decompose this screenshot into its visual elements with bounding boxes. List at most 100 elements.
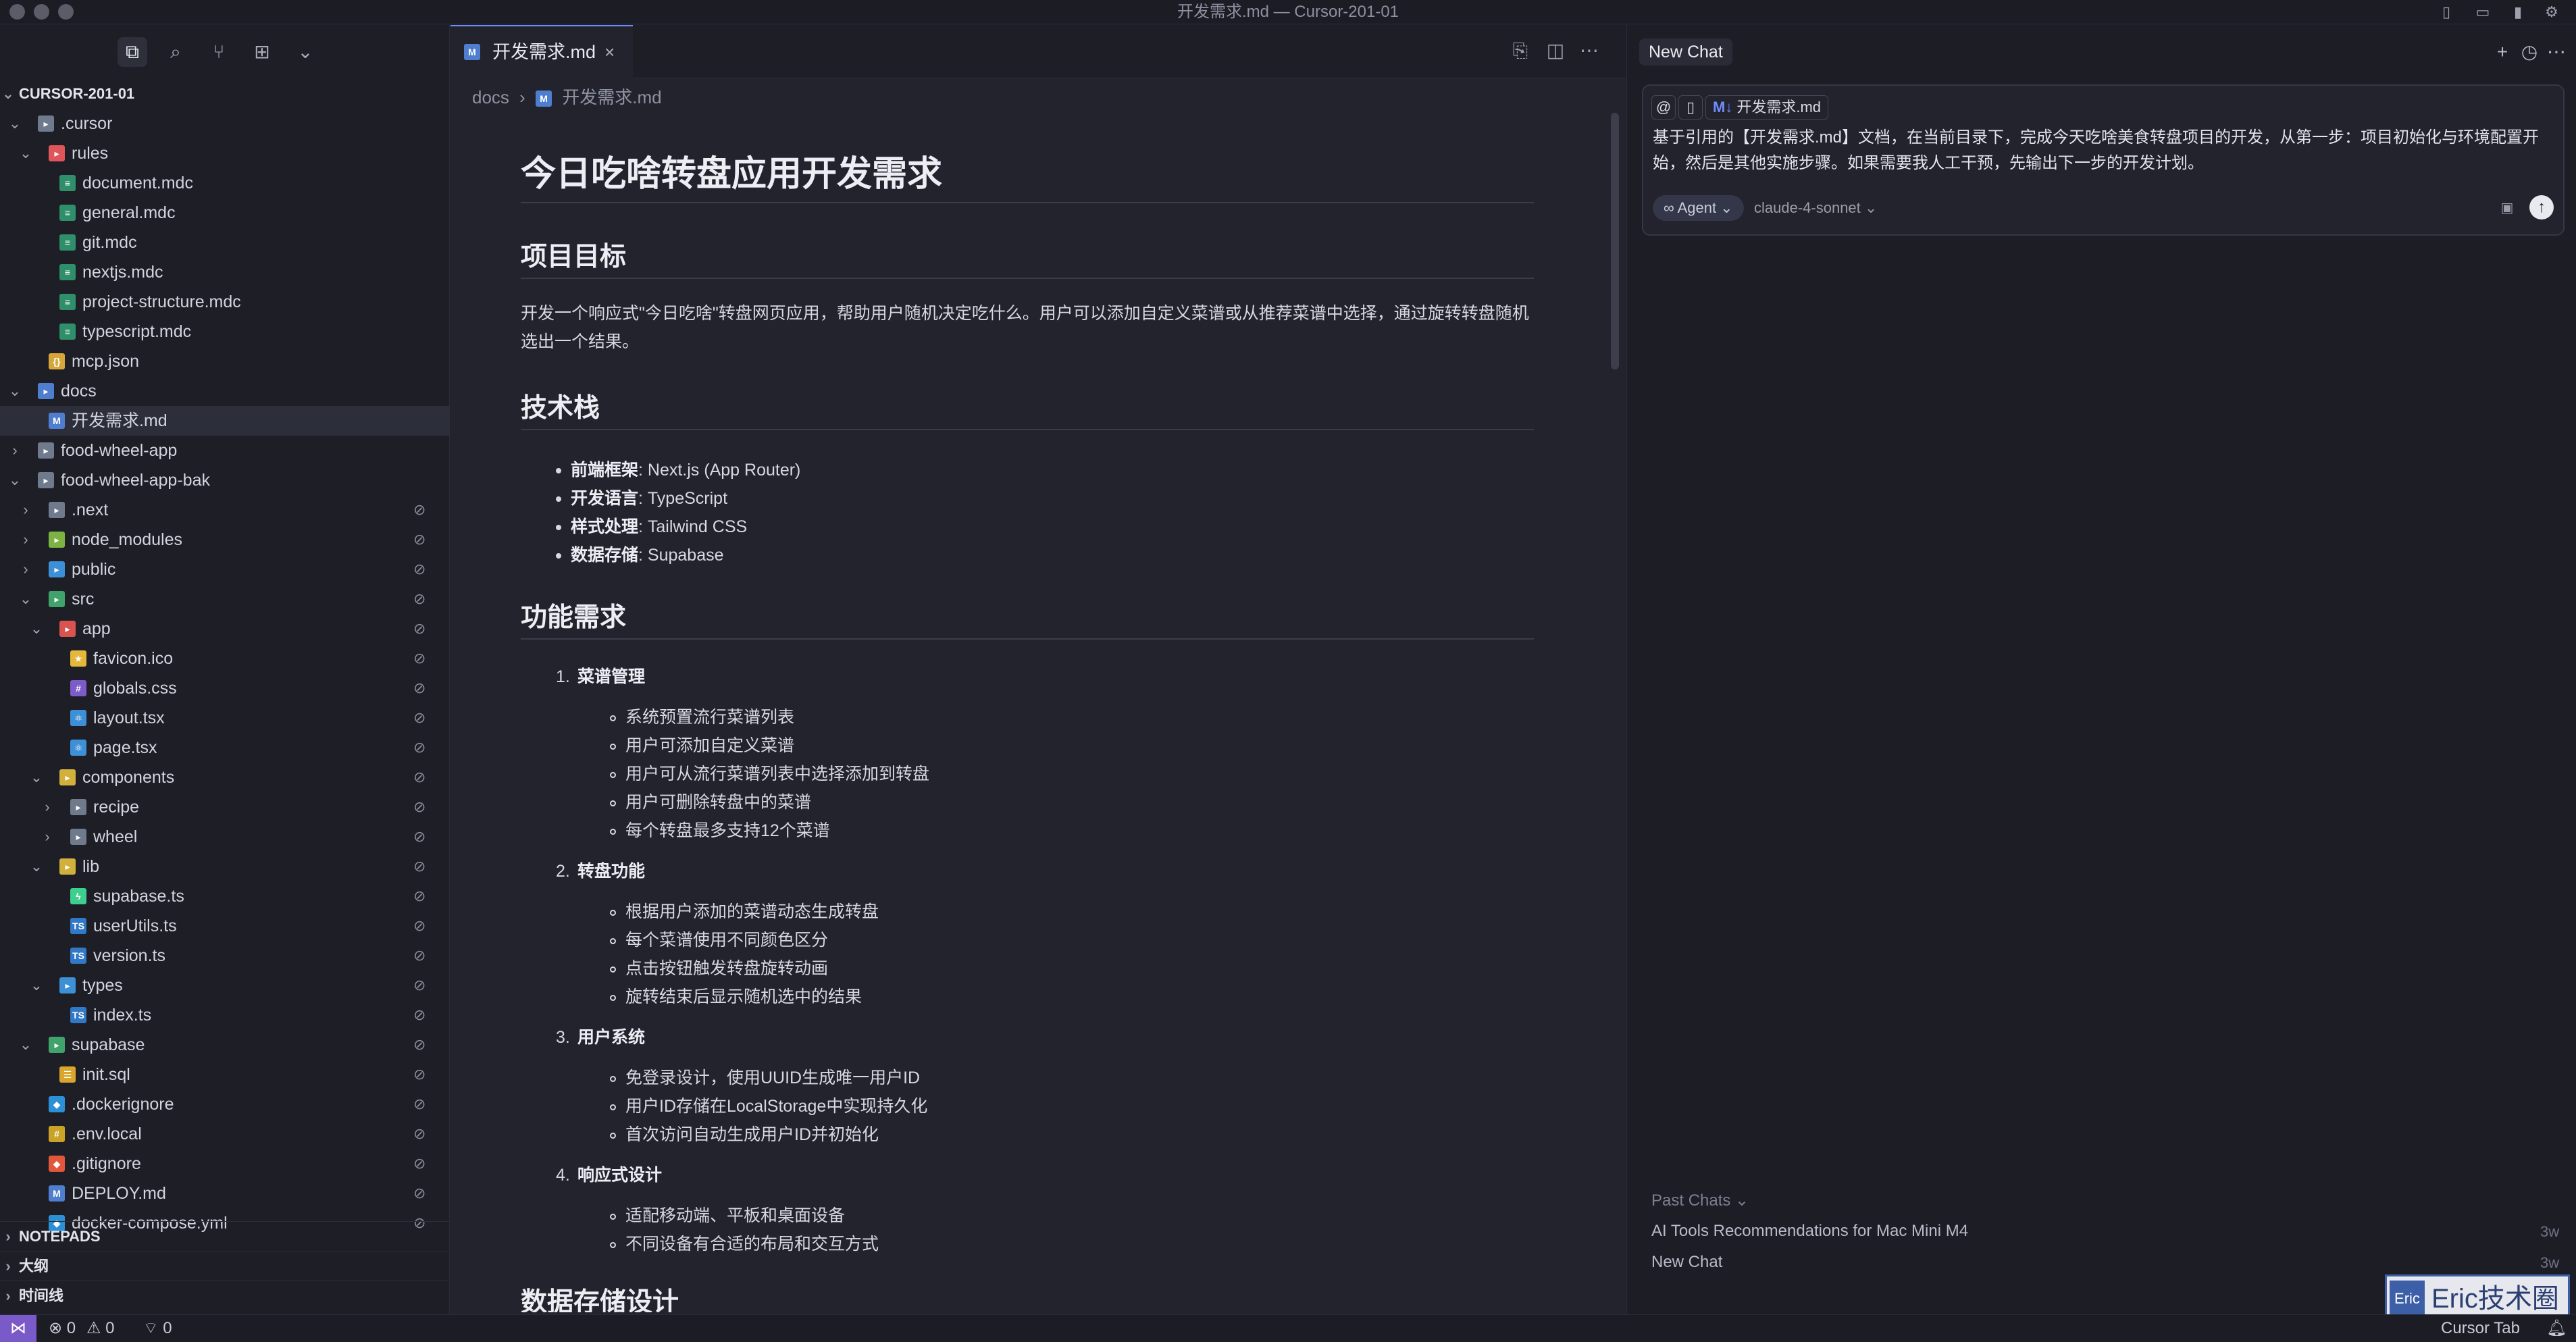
tree-item[interactable]: ⌄ ▸ src ⊘ xyxy=(0,584,450,614)
toggle-primary-sidebar-icon[interactable]: ▯ xyxy=(2437,3,2456,22)
tree-item[interactable]: ⚛ layout.tsx ⊘ xyxy=(0,703,450,733)
agent-mode-dropdown[interactable]: ∞ Agent ⌄ xyxy=(1653,195,1744,221)
close-tab-icon[interactable]: × xyxy=(604,26,615,78)
mention-at-icon[interactable]: @ xyxy=(1651,95,1676,120)
warnings-count[interactable]: ⚠ 0 xyxy=(86,1315,115,1342)
tree-item[interactable]: ≡ typescript.mdc xyxy=(0,317,450,346)
tree-item[interactable]: ≡ document.mdc xyxy=(0,168,450,198)
tree-item[interactable]: ϟ supabase.ts ⊘ xyxy=(0,881,450,911)
tree-item[interactable]: M DEPLOY.md ⊘ xyxy=(0,1179,450,1208)
section-timeline[interactable]: › 时间线 xyxy=(0,1281,450,1311)
tree-item[interactable]: › ▸ public ⊘ xyxy=(0,554,450,584)
tree-item[interactable]: ≡ git.mdc xyxy=(0,228,450,257)
context-file-chip[interactable]: M↓ 开发需求.md xyxy=(1705,95,1829,120)
settings-gear-icon[interactable]: ⚙ xyxy=(2542,3,2561,22)
tree-item[interactable]: # .env.local ⊘ xyxy=(0,1119,450,1149)
chat-more-icon[interactable]: ⋯ xyxy=(2544,38,2569,66)
editor-tab-active[interactable]: M 开发需求.md × xyxy=(450,25,633,79)
tree-item[interactable]: ⚛ page.tsx ⊘ xyxy=(0,733,450,763)
ports-count[interactable]: ⌔ 0 xyxy=(143,1315,172,1342)
tree-item[interactable]: M 开发需求.md xyxy=(0,406,450,436)
tree-item[interactable]: ☰ init.sql ⊘ xyxy=(0,1060,450,1089)
section-notepads[interactable]: › NOTEPADS xyxy=(0,1221,450,1251)
chevron-right-icon[interactable]: › xyxy=(18,525,34,554)
chevron-right-icon[interactable]: › xyxy=(18,554,34,584)
chevron-right-icon[interactable]: › xyxy=(7,436,23,465)
breadcrumb-file[interactable]: 开发需求.md xyxy=(562,87,661,107)
tree-item[interactable]: ⌄ ▸ food-wheel-app-bak xyxy=(0,465,450,495)
chevron-down-icon[interactable]: ⌄ xyxy=(28,971,45,1000)
tree-item[interactable]: ◆ .gitignore ⊘ xyxy=(0,1149,450,1179)
tree-item-label: node_modules xyxy=(72,530,183,549)
chevron-down-icon[interactable]: ⌄ xyxy=(18,584,34,614)
attach-image-icon[interactable]: ▣ xyxy=(2497,198,2517,218)
more-views-chevron-icon[interactable]: ⌄ xyxy=(290,37,320,67)
tree-item[interactable]: ◆ .dockerignore ⊘ xyxy=(0,1089,450,1119)
tree-item[interactable]: TS version.ts ⊘ xyxy=(0,941,450,971)
tree-item[interactable]: ⌄ ▸ lib ⊘ xyxy=(0,852,450,881)
chat-input-text[interactable]: 基于引用的【开发需求.md】文档，在当前目录下，完成今天吃啥美食转盘项目的开发，… xyxy=(1653,125,2551,176)
tree-item[interactable]: › ▸ food-wheel-app xyxy=(0,436,450,465)
editor-scrollbar[interactable] xyxy=(1611,113,1619,369)
tree-item[interactable]: ≡ nextjs.mdc xyxy=(0,257,450,287)
editor-area: M 开发需求.md × ⎘ ◫ ⋯ docs › M 开发需求.md 今日吃啥转… xyxy=(450,25,1626,1314)
tree-item[interactable]: ⌄ ▸ app ⊘ xyxy=(0,614,450,644)
tree-item[interactable]: ★ favicon.ico ⊘ xyxy=(0,644,450,673)
past-chats-toggle[interactable]: Past Chats ⌄ xyxy=(1651,1191,1749,1210)
source-control-icon[interactable]: ⑂ xyxy=(204,37,234,67)
chevron-down-icon[interactable]: ⌄ xyxy=(28,614,45,644)
chevron-down-icon[interactable]: ⌄ xyxy=(7,465,23,495)
remote-connection-icon[interactable]: ⋈ xyxy=(0,1315,36,1342)
tree-item[interactable]: ⌄ ▸ docs xyxy=(0,376,450,406)
tree-item[interactable]: ≡ project-structure.mdc xyxy=(0,287,450,317)
tree-item[interactable]: ⌄ ▸ supabase ⊘ xyxy=(0,1030,450,1060)
breadcrumb-folder[interactable]: docs xyxy=(472,87,509,107)
open-preview-icon[interactable]: ⎘ xyxy=(1511,41,1530,60)
explorer-root-folder[interactable]: ⌄ CURSOR-201-01 xyxy=(0,79,450,109)
chevron-down-icon[interactable]: ⌄ xyxy=(28,852,45,881)
new-chat-plus-icon[interactable]: + xyxy=(2490,38,2515,66)
tree-item[interactable]: ⌄ ▸ components ⊘ xyxy=(0,763,450,792)
tree-item[interactable]: › ▸ .next ⊘ xyxy=(0,495,450,525)
feature-item: 每个转盘最多支持12个菜谱 xyxy=(610,817,830,845)
split-editor-icon[interactable]: ◫ xyxy=(1546,41,1565,60)
notifications-bell-icon[interactable]: 🔔︎ xyxy=(2546,1315,2567,1342)
chevron-right-icon[interactable]: › xyxy=(18,495,34,525)
extensions-icon[interactable]: ⊞ xyxy=(247,37,277,67)
past-chat-item[interactable]: New Chat xyxy=(1651,1253,1722,1272)
section-outline[interactable]: › 大纲 xyxy=(0,1251,450,1281)
chevron-down-icon[interactable]: ⌄ xyxy=(7,109,23,138)
send-arrow-icon[interactable]: ↑ xyxy=(2529,195,2554,220)
tree-item[interactable]: ⌄ ▸ types ⊘ xyxy=(0,971,450,1000)
explorer-files-icon[interactable]: ⧉ xyxy=(118,37,147,67)
tree-item[interactable]: › ▸ node_modules ⊘ xyxy=(0,525,450,554)
errors-count[interactable]: ⊗ 0 xyxy=(49,1315,76,1342)
model-selector[interactable]: claude-4-sonnet ⌄ xyxy=(1754,195,1877,221)
more-actions-icon[interactable]: ⋯ xyxy=(1580,41,1599,60)
tree-item[interactable]: ≡ general.mdc xyxy=(0,198,450,228)
chat-composer[interactable]: @ ▯ M↓ 开发需求.md 基于引用的【开发需求.md】文档，在当前目录下，完成… xyxy=(1642,84,2565,236)
tree-item[interactable]: › ▸ recipe ⊘ xyxy=(0,792,450,822)
chevron-down-icon[interactable]: ⌄ xyxy=(7,376,23,406)
tree-item[interactable]: {} mcp.json xyxy=(0,346,450,376)
tree-item[interactable]: ⌄ ▸ rules xyxy=(0,138,450,168)
tree-item[interactable]: › ▸ wheel ⊘ xyxy=(0,822,450,852)
toggle-panel-icon[interactable]: ▭ xyxy=(2473,3,2492,22)
tree-item[interactable]: TS index.ts ⊘ xyxy=(0,1000,450,1030)
chat-history-icon[interactable]: ◷ xyxy=(2517,38,2542,66)
tree-item[interactable]: TS userUtils.ts ⊘ xyxy=(0,911,450,941)
chat-tab-new[interactable]: New Chat xyxy=(1639,38,1732,66)
tree-item[interactable]: # globals.css ⊘ xyxy=(0,673,450,703)
search-icon[interactable]: ⌕ xyxy=(161,37,190,67)
chevron-down-icon[interactable]: ⌄ xyxy=(18,1030,34,1060)
chevron-down-icon[interactable]: ⌄ xyxy=(18,138,34,168)
add-context-icon[interactable]: ▯ xyxy=(1678,95,1703,120)
chevron-right-icon[interactable]: › xyxy=(39,822,55,852)
tree-item-label: recipe xyxy=(93,798,140,817)
chevron-right-icon[interactable]: › xyxy=(39,792,55,822)
toggle-secondary-sidebar-icon[interactable]: ▮ xyxy=(2508,3,2527,22)
chevron-down-icon[interactable]: ⌄ xyxy=(28,763,45,792)
cursor-tab-status[interactable]: Cursor Tab xyxy=(2441,1315,2520,1342)
past-chat-item[interactable]: AI Tools Recommendations for Mac Mini M4 xyxy=(1651,1222,1968,1241)
tree-item[interactable]: ⌄ ▸ .cursor xyxy=(0,109,450,138)
